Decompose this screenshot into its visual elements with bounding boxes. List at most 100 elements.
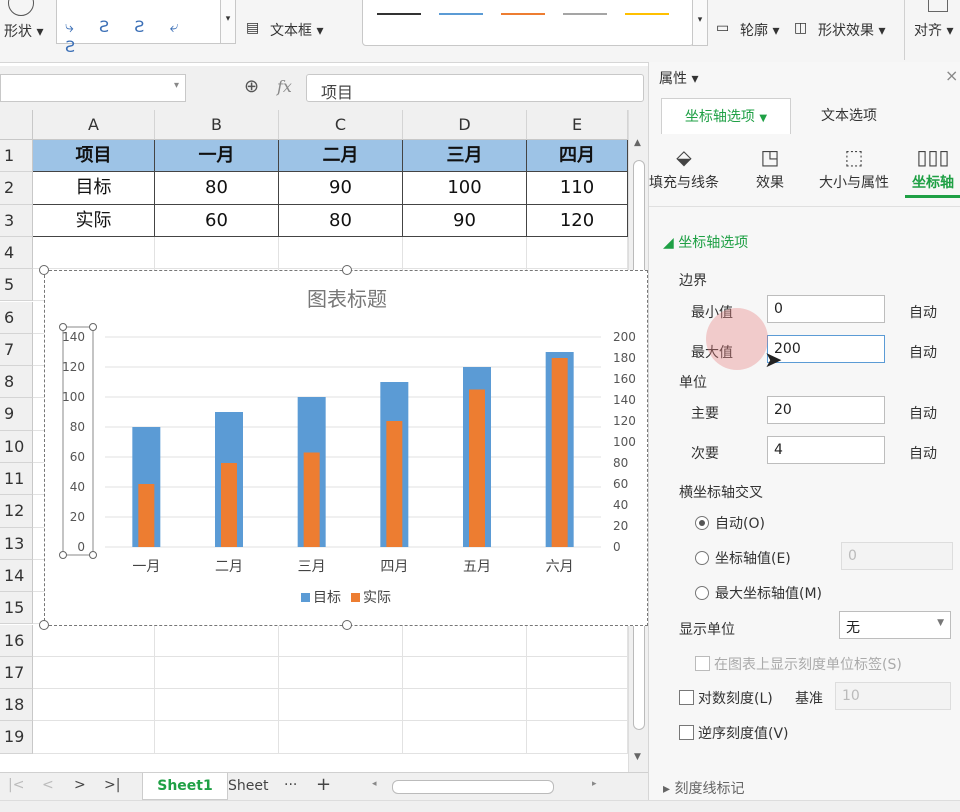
grid-cell[interactable] — [155, 656, 279, 690]
line-style-swatch[interactable] — [625, 13, 669, 15]
shape-menu[interactable]: 形状 ▾ — [4, 21, 43, 41]
prev-sheet-icon[interactable]: < — [42, 777, 54, 793]
min-value-input[interactable]: 0 — [767, 295, 885, 323]
table-cell[interactable]: 四月 — [527, 140, 628, 173]
grid-cell[interactable] — [527, 236, 628, 270]
min-auto-button[interactable]: 自动 — [909, 302, 937, 322]
formula-input[interactable]: 项目 — [306, 74, 644, 102]
panel-title[interactable]: 属性 ▾ — [659, 68, 698, 88]
reverse-order-checkbox[interactable]: 逆序刻度值(V) — [679, 723, 789, 743]
tab-text-options[interactable]: 文本选项 — [797, 98, 901, 134]
grid-cell[interactable] — [33, 689, 155, 722]
grid-cell[interactable] — [403, 624, 527, 657]
row-header[interactable]: 12 — [0, 495, 33, 528]
align-button[interactable]: 对齐 ▾ — [914, 20, 953, 40]
table-cell[interactable]: 110 — [527, 172, 628, 205]
grid-cell[interactable] — [279, 689, 403, 722]
radio-axis-value[interactable]: 坐标轴值(E) — [695, 548, 791, 568]
name-box-dropdown-icon[interactable]: ▾ — [174, 80, 179, 91]
scroll-down-icon[interactable]: ▼ — [634, 752, 641, 762]
style-gallery-scroll[interactable]: ▾ — [692, 0, 708, 46]
row-header[interactable]: 2 — [0, 172, 33, 205]
row-header[interactable]: 7 — [0, 333, 33, 367]
chart-object[interactable]: 图表标题 0 20 40 60 80 100 120 140 0 20 40 60 80 100 120 140… — [39, 265, 648, 630]
display-unit-select[interactable]: 无 ▼ — [839, 611, 951, 639]
last-sheet-icon[interactable]: >| — [104, 777, 120, 793]
grid-cell[interactable] — [527, 656, 628, 690]
grid-cell[interactable] — [155, 689, 279, 722]
base-input[interactable]: 10 — [835, 682, 951, 710]
textbox-button[interactable]: 文本框 ▾ — [270, 20, 323, 40]
grid-cell[interactable] — [33, 656, 155, 690]
minor-unit-input[interactable]: 4 — [767, 436, 885, 464]
horizontal-scrollbar[interactable]: ◂ ▸ — [372, 779, 604, 795]
table-cell[interactable]: 90 — [403, 204, 527, 237]
grid-cell[interactable] — [279, 721, 403, 754]
row-header[interactable]: 6 — [0, 301, 33, 334]
axis-tab[interactable]: ▯▯▯ 坐标轴 — [905, 142, 960, 198]
major-auto-button[interactable]: 自动 — [909, 403, 937, 423]
add-sheet-button[interactable]: + — [316, 774, 331, 795]
grid-cell[interactable] — [527, 689, 628, 722]
grid-cell[interactable] — [155, 624, 279, 657]
row-header[interactable]: 5 — [0, 269, 33, 302]
grid-cell[interactable] — [33, 721, 155, 754]
axis-options-section[interactable]: ◢ 坐标轴选项 — [663, 232, 748, 252]
fill-line-tab[interactable]: ⬙ 填充与线条 — [649, 142, 719, 192]
row-header[interactable]: 18 — [0, 689, 33, 722]
grid-cell[interactable] — [403, 689, 527, 722]
name-box[interactable]: ▾ — [0, 74, 186, 102]
column-header[interactable]: D — [403, 110, 527, 140]
max-value-input[interactable]: 200 — [767, 335, 885, 363]
tick-marks-section[interactable]: ▸ 刻度线标记 — [663, 778, 744, 798]
sheet-tab-active[interactable]: Sheet1 — [142, 773, 228, 800]
row-header[interactable]: 8 — [0, 366, 33, 399]
table-cell[interactable]: 90 — [279, 172, 403, 205]
shape-effect-button[interactable]: 形状效果 ▾ — [818, 20, 885, 40]
outline-button[interactable]: 轮廓 ▾ — [740, 20, 779, 40]
table-cell[interactable]: 60 — [155, 204, 279, 237]
zoom-formula-icon[interactable]: ⊕ — [244, 76, 259, 97]
line-style-swatch[interactable] — [377, 13, 421, 15]
row-header[interactable]: 4 — [0, 236, 33, 270]
row-header[interactable]: 16 — [0, 624, 33, 657]
row-header[interactable]: 15 — [0, 592, 33, 625]
grid-cell[interactable] — [33, 236, 155, 270]
axis-value-input[interactable]: 0 — [841, 542, 953, 570]
show-unit-label-checkbox[interactable]: 在图表上显示刻度单位标签(S) — [695, 654, 902, 674]
log-scale-checkbox[interactable]: 对数刻度(L) — [679, 688, 773, 708]
grid-cell[interactable] — [33, 624, 155, 657]
close-icon[interactable]: × — [945, 66, 958, 85]
connector-gallery[interactable]: ⤷ Ƨ Ƨ ⤶ Ƨ — [56, 0, 222, 56]
hscroll-thumb[interactable] — [392, 780, 554, 794]
line-style-swatch[interactable] — [439, 13, 483, 15]
grid-cell[interactable] — [279, 656, 403, 690]
next-sheet-icon[interactable]: > — [74, 777, 86, 793]
line-style-swatch[interactable] — [501, 13, 545, 15]
first-sheet-icon[interactable]: |< — [8, 777, 24, 793]
row-header[interactable]: 9 — [0, 398, 33, 431]
grid-cell[interactable] — [527, 721, 628, 754]
shape-icon[interactable] — [8, 0, 34, 16]
row-header[interactable]: 1 — [0, 140, 33, 173]
table-cell[interactable]: 80 — [155, 172, 279, 205]
grid-cell[interactable] — [279, 624, 403, 657]
size-property-tab[interactable]: ⬚ 大小与属性 — [809, 142, 899, 192]
row-header[interactable]: 11 — [0, 463, 33, 496]
max-auto-button[interactable]: 自动 — [909, 342, 937, 362]
grid-cell[interactable] — [155, 721, 279, 754]
scroll-left-icon[interactable]: ◂ — [372, 779, 377, 789]
line-style-gallery[interactable] — [362, 0, 694, 46]
radio-max-axis-value[interactable]: 最大坐标轴值(M) — [695, 583, 822, 603]
table-cell[interactable]: 项目 — [33, 140, 155, 173]
table-cell[interactable]: 实际 — [33, 204, 155, 237]
sheet-tab[interactable]: Sheet — [228, 773, 272, 800]
table-cell[interactable]: 100 — [403, 172, 527, 205]
tab-axis-options[interactable]: 坐标轴选项 ▼ — [661, 98, 791, 134]
column-header[interactable]: B — [155, 110, 279, 140]
row-header[interactable]: 17 — [0, 656, 33, 690]
table-cell[interactable]: 80 — [279, 204, 403, 237]
column-header[interactable]: E — [527, 110, 628, 140]
more-sheets-button[interactable]: ··· — [284, 777, 297, 793]
row-header[interactable]: 13 — [0, 527, 33, 560]
